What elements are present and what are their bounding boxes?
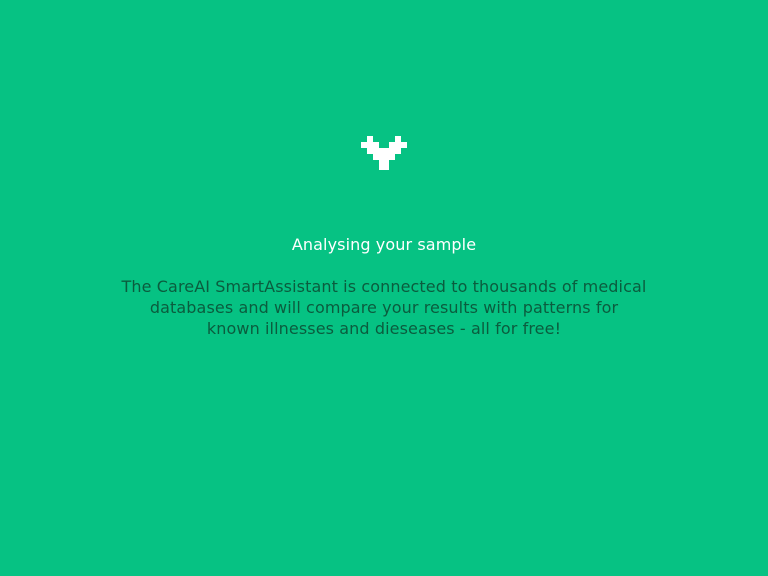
description-line-1: The CareAI SmartAssistant is connected t… [121, 277, 647, 296]
analysis-description: The CareAI SmartAssistant is connected t… [104, 276, 664, 339]
description-line-3: known illnesses and dieseases - all for … [206, 319, 562, 338]
description-line-2: databases and will compare your results … [149, 298, 619, 317]
pixel-heart-icon [361, 136, 407, 170]
analysing-title: Analysing your sample [291, 235, 477, 254]
